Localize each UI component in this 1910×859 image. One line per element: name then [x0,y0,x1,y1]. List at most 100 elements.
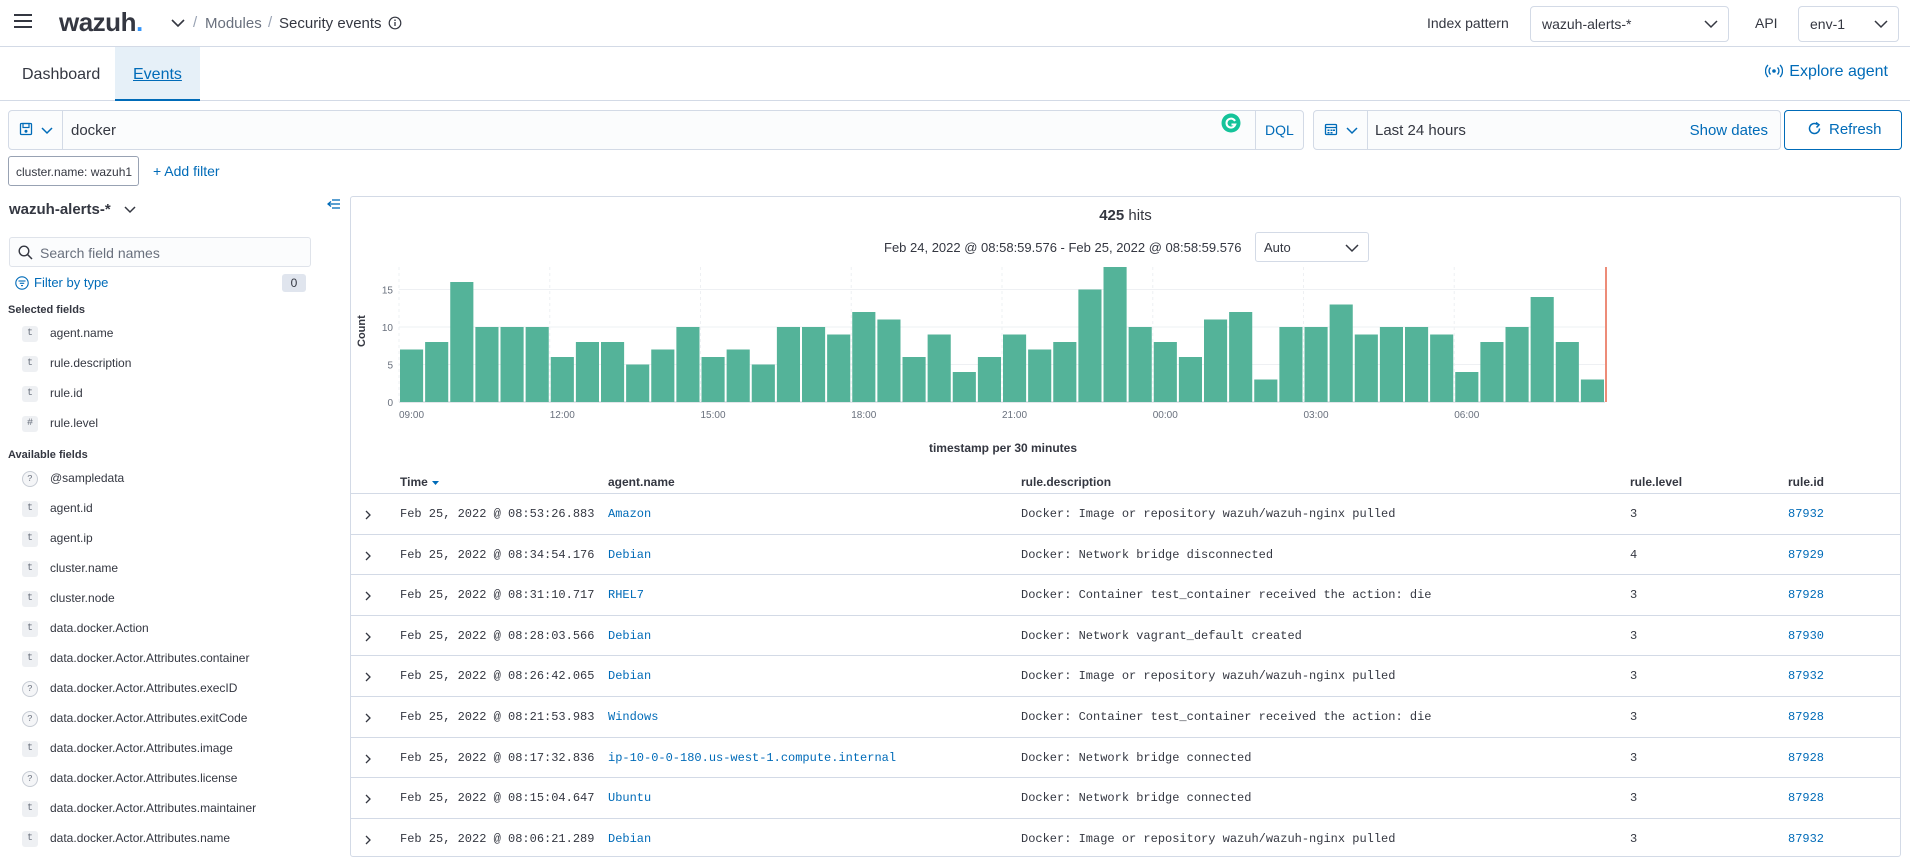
sidebar-field-item[interactable]: t data.docker.Actor.Attributes.name [0,827,310,851]
sidebar-field-item[interactable]: t data.docker.Actor.Attributes.image [0,737,310,761]
histogram-bar[interactable] [952,372,976,402]
table-row[interactable]: Feb 25, 2022 @ 08:17:32.836 ip-10-0-0-180… [351,736,1900,778]
histogram-bar[interactable] [575,342,599,402]
index-pattern-select[interactable]: wazuh-alerts-* [1530,6,1729,42]
histogram-bar[interactable] [1003,334,1027,403]
histogram-bar[interactable] [1379,327,1403,402]
histogram-bar[interactable] [626,364,650,403]
histogram-bar[interactable] [1304,327,1328,402]
table-row[interactable]: Feb 25, 2022 @ 08:15:04.647 Ubuntu Docker:… [351,777,1900,818]
histogram-bar[interactable] [1405,327,1429,402]
histogram-bar[interactable] [1254,379,1278,403]
api-select[interactable]: env-1 [1798,6,1899,42]
sidebar-field-item[interactable]: t agent.id [0,497,310,521]
histogram-bar[interactable] [1103,267,1127,402]
sidebar-field-item[interactable]: ? data.docker.Actor.Attributes.exitCode [0,707,310,731]
sidebar-field-item[interactable]: t rule.description [0,352,310,376]
cell-rule-id[interactable]: 87928 [1788,588,1824,602]
table-row[interactable]: Feb 25, 2022 @ 08:06:21.289 Debian Docker:… [351,817,1900,859]
add-filter-button[interactable]: + Add filter [153,163,220,179]
sidebar-field-item[interactable]: ? data.docker.Actor.Attributes.execID [0,677,310,701]
cell-agent-name[interactable]: Debian [608,629,651,643]
index-pattern-switcher[interactable]: wazuh-alerts-* [9,201,137,218]
sidebar-field-item[interactable]: t rule.id [0,382,310,406]
histogram-bar[interactable] [1229,312,1253,402]
cell-agent-name[interactable]: Debian [608,669,651,683]
histogram-chart[interactable]: Count 0 5 10 15 09:00 12:00 15:00 18:00 21:00 00:0… [351,267,1900,437]
histogram-bar[interactable] [601,342,625,402]
histogram-bar[interactable] [1455,372,1479,402]
table-row[interactable]: Feb 25, 2022 @ 08:53:26.883 Amazon Docker:… [351,493,1900,534]
cell-agent-name[interactable]: RHEL7 [608,588,644,602]
chevron-right-icon[interactable] [364,590,372,602]
filter-pill-cluster-name[interactable]: cluster.name: wazuh1 [8,156,139,186]
histogram-bar[interactable] [701,357,725,402]
histogram-bar[interactable] [400,349,424,403]
cell-agent-name[interactable]: Debian [608,832,651,846]
cell-rule-id[interactable]: 87932 [1788,507,1824,521]
histogram-bar[interactable] [1028,349,1052,403]
histogram-bar[interactable] [1128,327,1152,402]
cell-agent-name[interactable]: Amazon [608,507,651,521]
histogram-bar[interactable] [425,342,449,402]
interval-select[interactable]: Auto [1255,232,1369,262]
sidebar-field-item[interactable]: t cluster.name [0,557,310,581]
histogram-bar[interactable] [1204,319,1228,403]
histogram-bar[interactable] [776,327,800,402]
sidebar-field-item[interactable]: t data.docker.Actor.Attributes.container [0,647,310,671]
cell-agent-name[interactable]: ip-10-0-0-180.us-west-1.compute.internal [608,751,896,765]
sidebar-field-item[interactable]: t agent.ip [0,527,310,551]
sidebar-field-item[interactable]: ? data.docker.Actor.Attributes.license [0,767,310,791]
histogram-bar[interactable] [1354,334,1378,403]
cell-rule-id[interactable]: 87928 [1788,710,1824,724]
histogram-bar[interactable] [1555,342,1579,402]
histogram-bar[interactable] [651,349,675,403]
chevron-right-icon[interactable] [364,712,372,724]
histogram-bar[interactable] [977,357,1001,402]
table-row[interactable]: Feb 25, 2022 @ 08:31:10.717 RHEL7 Docker: … [351,574,1900,615]
cell-rule-id[interactable]: 87928 [1788,791,1824,805]
explore-agent-button[interactable]: Explore agent [1765,63,1888,81]
histogram-bar[interactable] [450,282,474,402]
tab-dashboard[interactable]: Dashboard [4,47,118,101]
cell-agent-name[interactable]: Ubuntu [608,791,651,805]
chevron-down-icon[interactable] [170,16,186,30]
table-row[interactable]: Feb 25, 2022 @ 08:26:42.065 Debian Docker:… [351,655,1900,696]
histogram-bar[interactable] [852,312,876,402]
cell-rule-id[interactable]: 87930 [1788,629,1824,643]
filter-by-type-button[interactable]: Filter by type [15,275,108,290]
histogram-bar[interactable] [802,327,826,402]
histogram-bar[interactable] [1279,327,1303,402]
cell-rule-id[interactable]: 87932 [1788,669,1824,683]
histogram-bar[interactable] [726,349,750,403]
breadcrumb-modules[interactable]: Modules [205,15,262,32]
sidebar-field-item[interactable]: t cluster.node [0,587,310,611]
chevron-right-icon[interactable] [364,631,372,643]
histogram-bar[interactable] [550,357,574,402]
sidebar-field-item[interactable]: t data.docker.Actor.Attributes.maintainer [0,797,310,821]
histogram-bar[interactable] [1053,342,1077,402]
histogram-bar[interactable] [1505,327,1529,402]
histogram-bar[interactable] [500,327,524,402]
chevron-right-icon[interactable] [364,509,372,521]
field-search-input[interactable]: Search field names [9,237,311,267]
quick-select-button[interactable] [1314,111,1368,149]
table-row[interactable]: Feb 25, 2022 @ 08:21:53.983 Windows Docker… [351,696,1900,737]
cell-agent-name[interactable]: Debian [608,548,651,562]
table-row[interactable]: Feb 25, 2022 @ 08:34:54.176 Debian Docker:… [351,533,1900,575]
cell-rule-id[interactable]: 87929 [1788,548,1824,562]
query-language-button[interactable]: DQL [1255,111,1303,149]
histogram-bar[interactable] [877,319,901,403]
histogram-bar[interactable] [1329,304,1353,403]
wazuh-logo[interactable]: wazuh. [59,7,143,38]
tab-events[interactable]: Events [115,47,200,101]
histogram-bar[interactable] [676,327,700,402]
sidebar-field-item[interactable]: # rule.level [0,412,310,436]
query-input[interactable]: docker [71,122,116,139]
sidebar-field-item[interactable]: ? @sampledata [0,467,310,491]
histogram-bar[interactable] [827,334,851,403]
cell-rule-id[interactable]: 87932 [1788,832,1824,846]
histogram-bar[interactable] [525,327,549,402]
histogram-bar[interactable] [902,357,926,402]
histogram-bar[interactable] [1078,289,1102,403]
